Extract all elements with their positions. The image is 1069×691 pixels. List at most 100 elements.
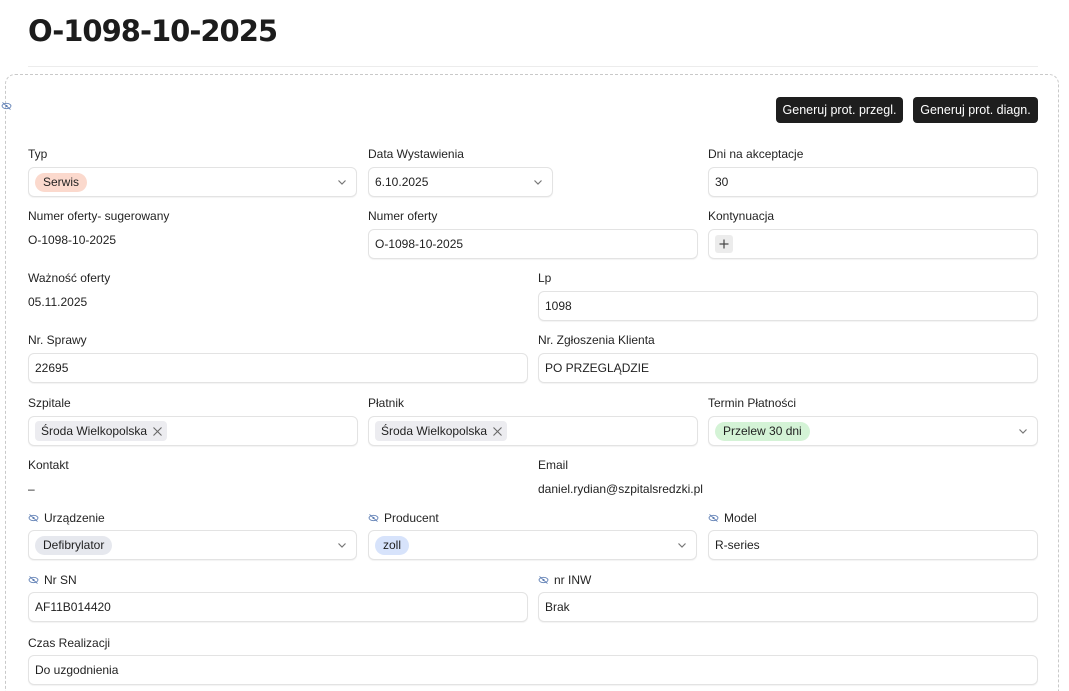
lp-label-text: Lp xyxy=(538,271,552,285)
producent-label-text: Producent xyxy=(384,511,439,525)
chevron-down-icon xyxy=(338,180,346,185)
data-wystawienia-value: 6.10.2025 xyxy=(375,175,429,189)
urzadzenie-select[interactable]: Defibrylator xyxy=(28,530,357,560)
dni-na-akceptacje-label: Dni na akceptacje xyxy=(708,147,803,161)
termin-platnosci-chip: Przelew 30 dni xyxy=(715,421,810,441)
producent-chip: zoll xyxy=(375,535,410,555)
plus-icon xyxy=(719,239,729,249)
kontakt-value: – xyxy=(28,482,35,496)
lp-label: Lp xyxy=(538,271,551,285)
typ-label: Typ xyxy=(28,147,47,161)
szpitale-tag: Środa Wielkopolska xyxy=(35,421,168,441)
waznosc-oferty-label: Ważność oferty xyxy=(28,271,110,285)
close-icon[interactable] xyxy=(152,426,163,437)
kontynuacja-label-text: Kontynuacja xyxy=(708,209,775,223)
termin-platnosci-label-text: Termin Płatności xyxy=(708,396,797,410)
eye-slash-icon[interactable] xyxy=(368,514,379,522)
title-divider xyxy=(28,66,1038,67)
nr-sprawy-value: 22695 xyxy=(35,361,69,375)
lp-input[interactable]: 1098 xyxy=(538,291,1038,321)
email-label-text: Email xyxy=(538,458,569,472)
nr-zgloszenia-klienta-label-text: Nr. Zgłoszenia Klienta xyxy=(538,333,655,347)
czas-realizacji-input[interactable]: Do uzgodnienia xyxy=(28,655,1038,685)
numer-oferty-value: O-1098-10-2025 xyxy=(375,237,464,251)
chevron-down-icon xyxy=(338,543,346,548)
producent-select[interactable]: zoll xyxy=(368,530,697,560)
eye-slash-icon[interactable] xyxy=(708,514,719,522)
urzadzenie-label-text: Urządzenie xyxy=(44,511,105,525)
waznosc-oferty-label-text: Ważność oferty xyxy=(28,271,111,285)
platnik-label-text: Płatnik xyxy=(368,396,405,410)
eye-slash-icon[interactable] xyxy=(1,102,12,110)
szpitale-tag-label: Środa Wielkopolska xyxy=(41,424,148,438)
nr-sprawy-label-text: Nr. Sprawy xyxy=(28,333,87,347)
email-label: Email xyxy=(538,458,568,472)
platnik-label: Płatnik xyxy=(368,396,404,410)
nr-sn-label: Nr SN xyxy=(28,573,77,587)
data-wystawienia-label: Data Wystawienia xyxy=(368,147,464,161)
nr-sn-label-text: Nr SN xyxy=(44,573,77,587)
numer-oferty-sugerowany-label: Numer oferty- sugerowany xyxy=(28,209,169,223)
numer-oferty-sugerowany-label-text: Numer oferty- sugerowany xyxy=(28,209,170,223)
numer-oferty-label: Numer oferty xyxy=(368,209,437,223)
page-title: O-1098-10-2025 xyxy=(28,14,278,48)
nr-inw-label-text: nr INW xyxy=(554,573,592,587)
czas-realizacji-label: Czas Realizacji xyxy=(28,636,110,650)
szpitale-multiselect[interactable]: Środa Wielkopolska xyxy=(28,416,358,446)
platnik-tag-label: Środa Wielkopolska xyxy=(381,424,488,438)
kontynuacja-field[interactable] xyxy=(708,229,1038,259)
chevron-down-icon xyxy=(1019,429,1027,434)
nr-sprawy-input[interactable]: 22695 xyxy=(28,353,528,383)
model-value: R-series xyxy=(715,538,760,552)
model-input[interactable]: R-series xyxy=(708,530,1038,560)
chevron-down-icon xyxy=(534,180,542,185)
termin-platnosci-label: Termin Płatności xyxy=(708,396,796,410)
chevron-down-icon xyxy=(678,543,686,548)
urzadzenie-label: Urządzenie xyxy=(28,511,105,525)
close-icon[interactable] xyxy=(492,426,503,437)
add-kontynuacja-button[interactable] xyxy=(715,235,733,253)
data-wystawienia-label-text: Data Wystawienia xyxy=(368,147,464,161)
waznosc-oferty-value: 05.11.2025 xyxy=(28,295,88,309)
nr-zgloszenia-klienta-label: Nr. Zgłoszenia Klienta xyxy=(538,333,655,347)
eye-slash-icon[interactable] xyxy=(28,514,39,522)
typ-select[interactable]: Serwis xyxy=(28,167,357,197)
typ-label-text: Typ xyxy=(28,147,48,161)
nr-sprawy-label: Nr. Sprawy xyxy=(28,333,87,347)
czas-realizacji-value: Do uzgodnienia xyxy=(35,663,119,677)
numer-oferty-label-text: Numer oferty xyxy=(368,209,438,223)
nr-inw-label: nr INW xyxy=(538,573,591,587)
nr-sn-input[interactable]: AF11B014420 xyxy=(28,592,528,622)
nr-zgloszenia-klienta-value: PO PRZEGLĄDZIE xyxy=(545,361,650,375)
model-label-text: Model xyxy=(724,511,757,525)
typ-chip: Serwis xyxy=(35,172,88,192)
platnik-multiselect[interactable]: Środa Wielkopolska xyxy=(368,416,698,446)
kontakt-label: Kontakt xyxy=(28,458,69,472)
nr-inw-input[interactable]: Brak xyxy=(538,592,1038,622)
czas-realizacji-label-text: Czas Realizacji xyxy=(28,636,111,650)
numer-oferty-sugerowany-value: O-1098-10-2025 xyxy=(28,233,117,247)
kontakt-label-text: Kontakt xyxy=(28,458,69,472)
dni-na-akceptacje-input[interactable]: 30 xyxy=(708,167,1038,197)
data-wystawienia-select[interactable]: 6.10.2025 xyxy=(368,167,553,197)
generate-inspection-protocol-button[interactable]: Generuj prot. przegl. xyxy=(776,97,903,123)
lp-value: 1098 xyxy=(545,299,572,313)
kontynuacja-label: Kontynuacja xyxy=(708,209,774,223)
nr-sn-value: AF11B014420 xyxy=(35,600,111,614)
numer-oferty-input[interactable]: O-1098-10-2025 xyxy=(368,229,698,259)
email-value: daniel.rydian@szpitalsredzki.pl xyxy=(538,482,703,496)
termin-platnosci-select[interactable]: Przelew 30 dni xyxy=(708,416,1038,446)
eye-slash-icon[interactable] xyxy=(28,576,39,584)
eye-slash-icon[interactable] xyxy=(538,576,549,584)
generate-diagnostic-protocol-button[interactable]: Generuj prot. diagn. xyxy=(913,97,1038,123)
szpitale-label-text: Szpitale xyxy=(28,396,71,410)
nr-inw-value: Brak xyxy=(545,600,570,614)
model-label: Model xyxy=(708,511,757,525)
dni-na-akceptacje-value: 30 xyxy=(715,175,729,189)
urzadzenie-chip: Defibrylator xyxy=(35,535,113,555)
platnik-tag: Środa Wielkopolska xyxy=(375,421,508,441)
nr-zgloszenia-klienta-input[interactable]: PO PRZEGLĄDZIE xyxy=(538,353,1038,383)
dni-na-akceptacje-label-text: Dni na akceptacje xyxy=(708,147,804,161)
szpitale-label: Szpitale xyxy=(28,396,71,410)
producent-label: Producent xyxy=(368,511,439,525)
